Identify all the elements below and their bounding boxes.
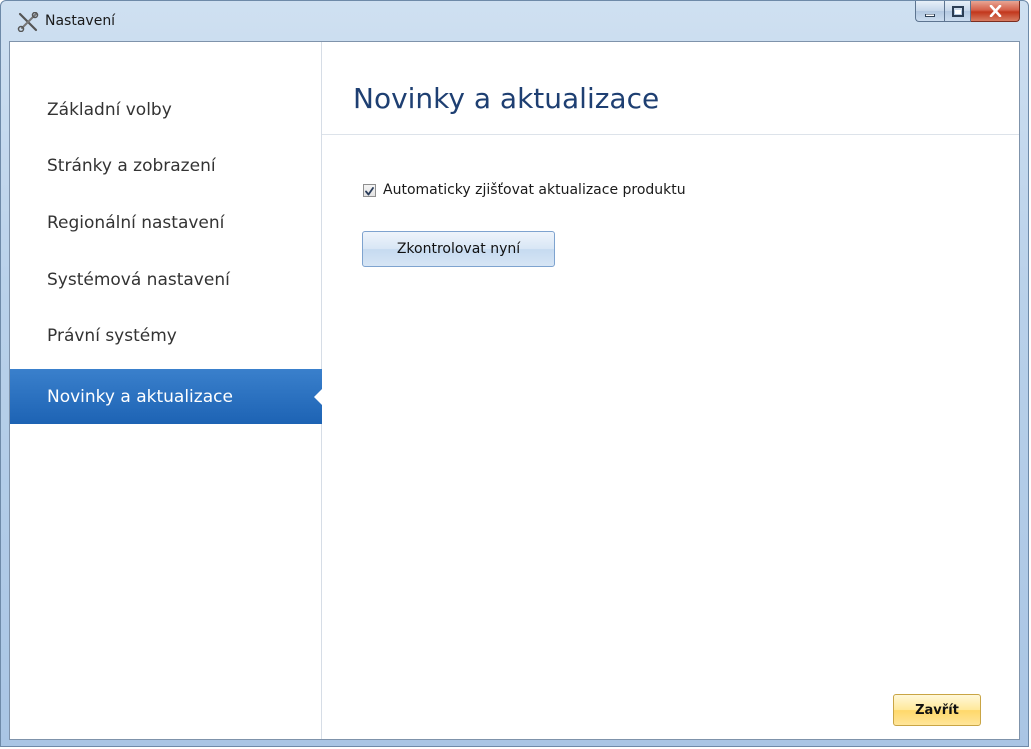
title-divider — [322, 134, 1019, 135]
sidebar-item-label: Stránky a zobrazení — [47, 155, 216, 176]
sidebar-item-news-and-updates[interactable]: Novinky a aktualizace — [10, 369, 323, 424]
checkmark-icon — [365, 181, 374, 200]
settings-sidebar: Základní volby Stránky a zobrazení Regio… — [10, 42, 323, 739]
minimize-button[interactable] — [915, 1, 944, 22]
tools-icon — [17, 11, 39, 33]
close-button[interactable]: Zavřít — [893, 694, 981, 726]
page-title: Novinky a aktualizace — [353, 82, 660, 115]
close-window-button[interactable] — [971, 1, 1020, 22]
settings-window: Nastavení Základní volby Stránky a zobra… — [0, 0, 1029, 747]
maximize-icon — [951, 2, 964, 21]
close-icon — [989, 2, 1002, 21]
sidebar-item-label: Regionální nastavení — [47, 212, 225, 233]
sidebar-item-pages-and-display[interactable]: Stránky a zobrazení — [10, 138, 322, 193]
sidebar-item-basic-options[interactable]: Základní volby — [10, 82, 322, 137]
check-now-button[interactable]: Zkontrolovat nyní — [362, 231, 555, 267]
sidebar-item-label: Základní volby — [47, 99, 172, 120]
settings-client-area: Základní volby Stránky a zobrazení Regio… — [9, 41, 1020, 740]
auto-check-updates-option[interactable]: Automaticky zjišťovat aktualizace produk… — [363, 182, 686, 198]
sidebar-item-label: Právní systémy — [47, 325, 177, 346]
auto-check-updates-label: Automaticky zjišťovat aktualizace produk… — [383, 182, 686, 198]
caption-buttons — [915, 1, 1020, 23]
maximize-button[interactable] — [944, 1, 971, 22]
sidebar-item-label: Systémová nastavení — [47, 269, 230, 290]
auto-check-updates-checkbox[interactable] — [363, 181, 376, 200]
settings-content: Novinky a aktualizace Automaticky zjišťo… — [322, 42, 1019, 739]
window-title: Nastavení — [45, 13, 116, 29]
sidebar-item-system-settings[interactable]: Systémová nastavení — [10, 252, 322, 307]
sidebar-item-label: Novinky a aktualizace — [47, 386, 233, 407]
minimize-icon — [924, 2, 936, 21]
sidebar-item-regional-settings[interactable]: Regionální nastavení — [10, 195, 322, 250]
title-bar[interactable]: Nastavení — [1, 1, 1028, 41]
sidebar-item-legal-systems[interactable]: Právní systémy — [10, 308, 322, 363]
